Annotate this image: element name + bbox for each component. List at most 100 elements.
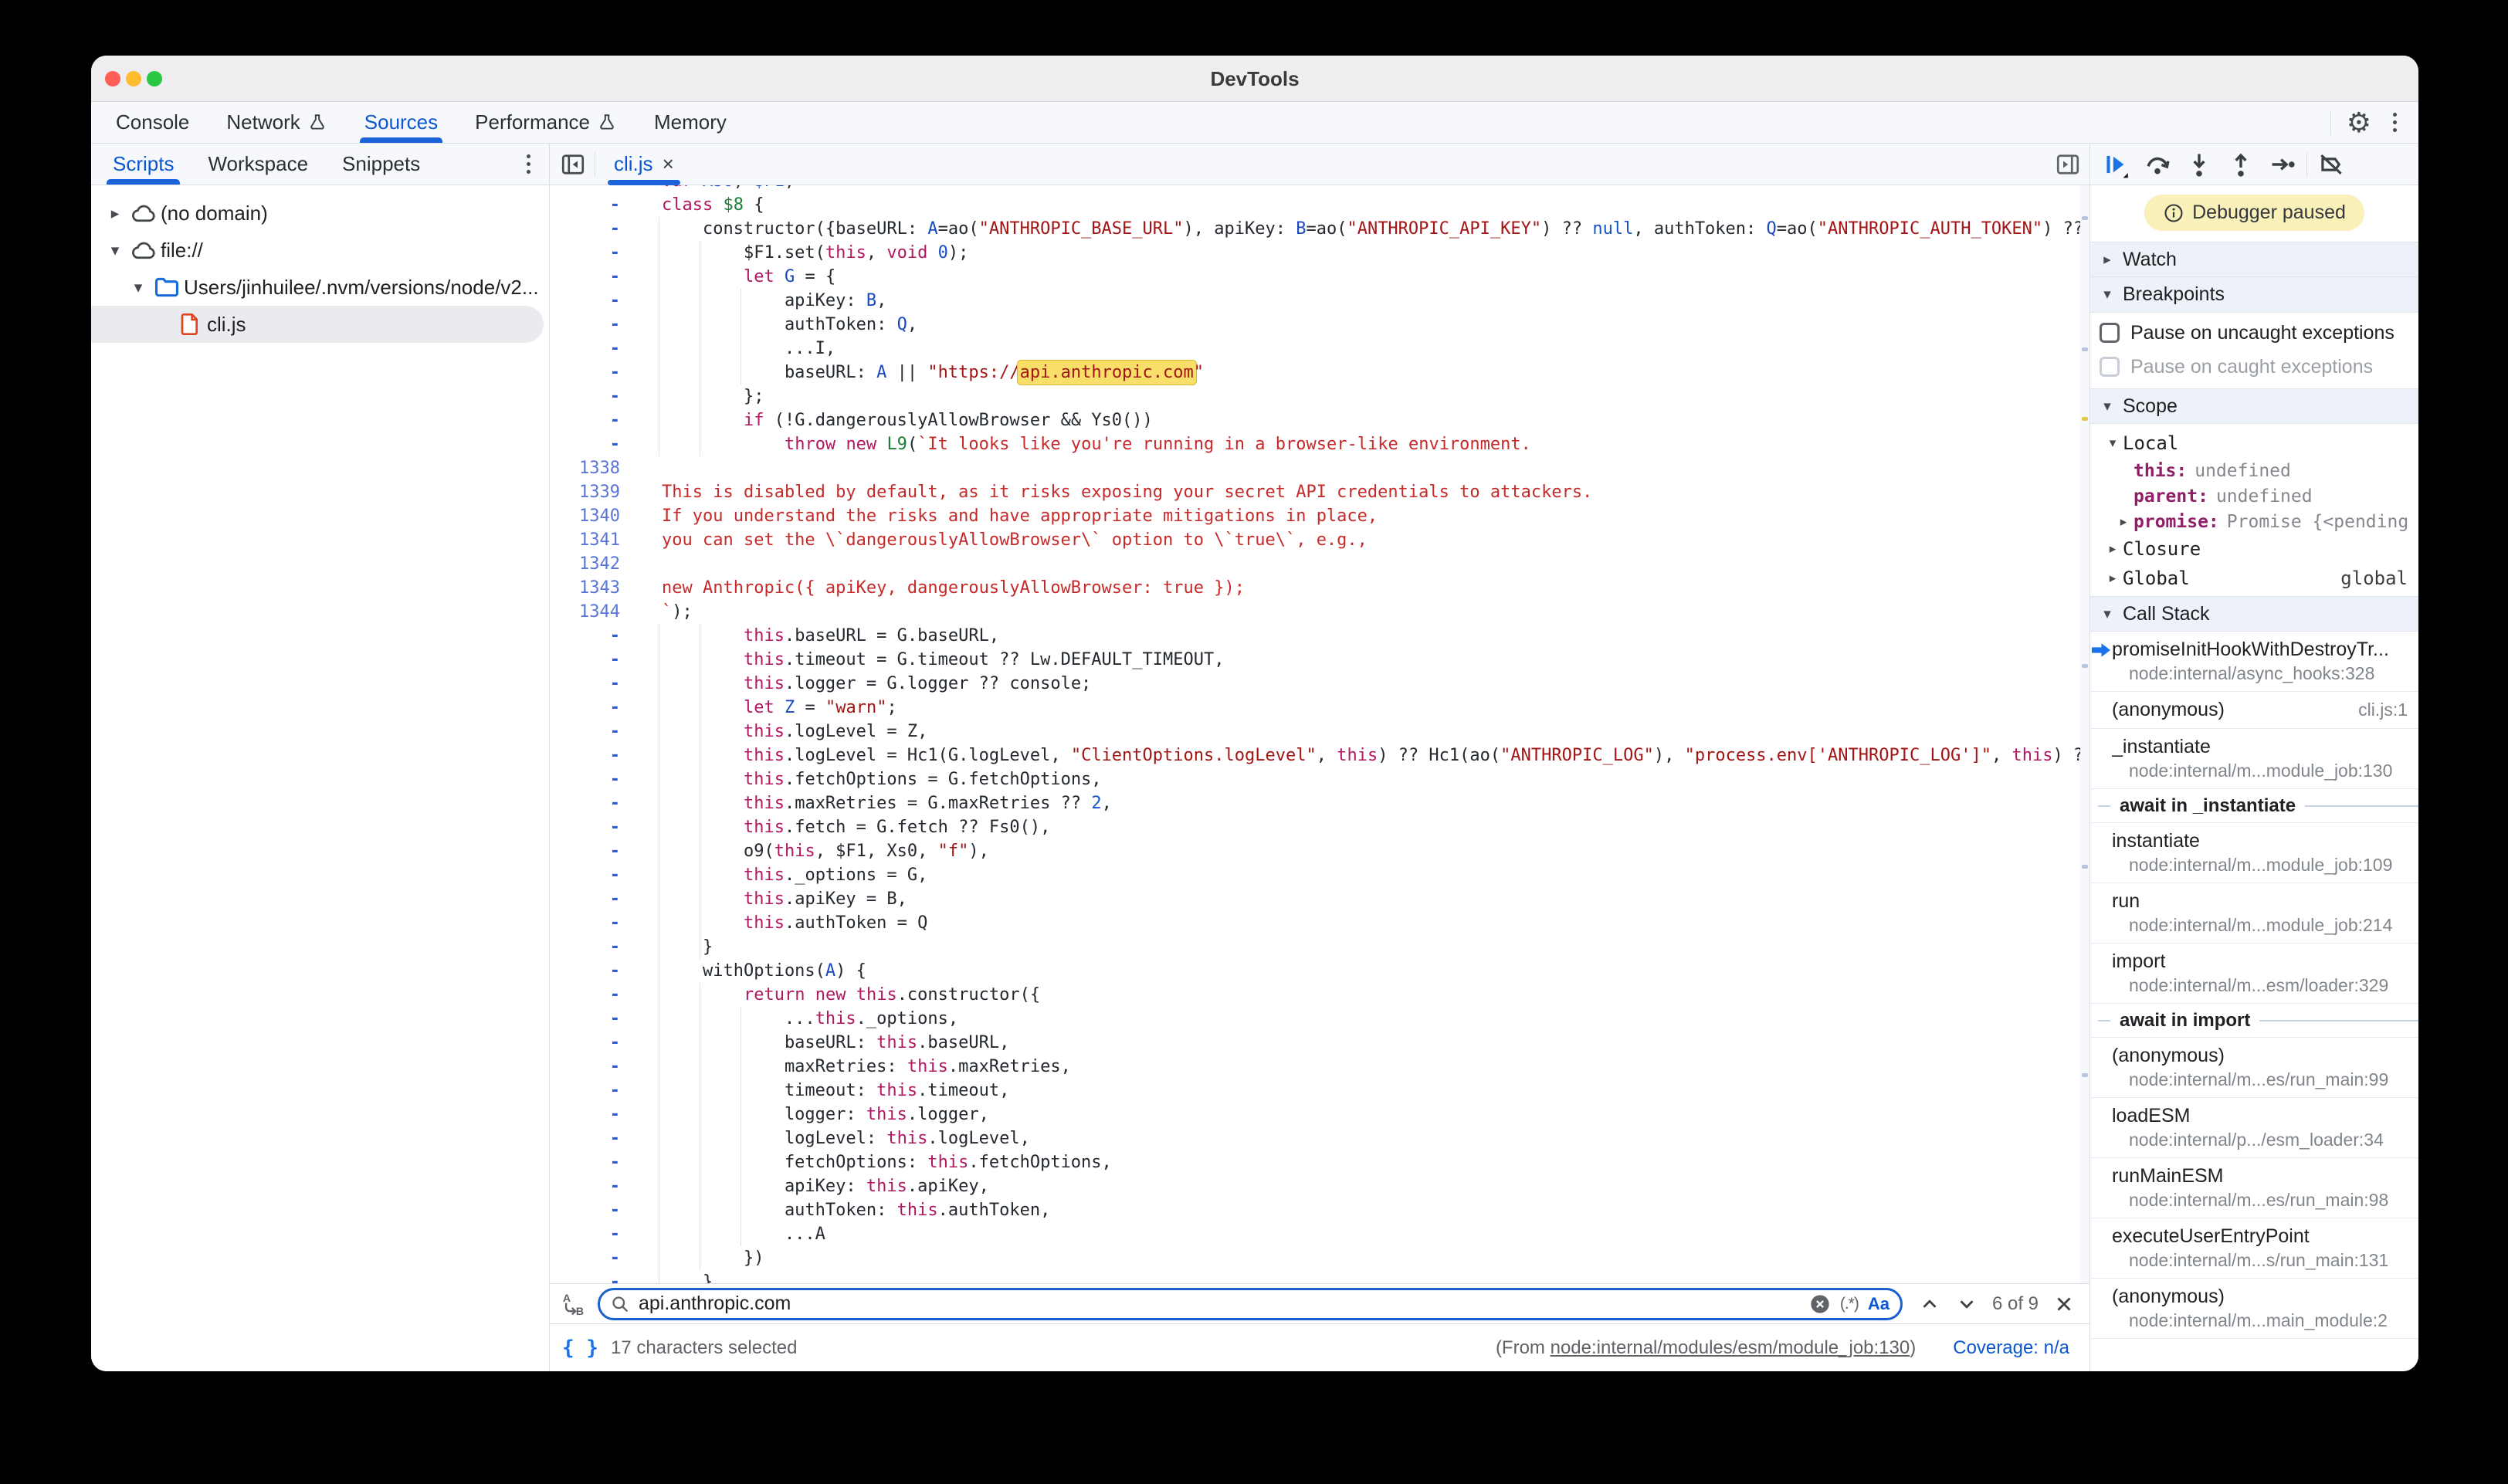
step-button[interactable] xyxy=(2265,147,2300,181)
code-line-41[interactable]: - logLevel: this.logLevel, xyxy=(550,1127,2089,1150)
code-line-47[interactable]: - } xyxy=(550,1270,2089,1283)
line-gutter[interactable]: - xyxy=(550,1270,631,1283)
line-gutter[interactable]: - xyxy=(550,911,631,935)
scope-group-local[interactable]: ▾Local xyxy=(2090,429,2418,458)
navigator-tab-workspace[interactable]: Workspace xyxy=(191,144,325,185)
code-line-29[interactable]: - o9(this, $F1, Xs0, "f"), xyxy=(550,839,2089,863)
code-line-38[interactable]: - maxRetries: this.maxRetries, xyxy=(550,1055,2089,1079)
line-gutter[interactable]: - xyxy=(550,185,631,193)
search-input[interactable]: api.anthropic.com (.*) Aa xyxy=(598,1288,1903,1320)
tree-item-cli-js[interactable]: cli.js xyxy=(91,306,544,343)
line-gutter[interactable]: 1338 xyxy=(550,456,631,480)
code-line-24[interactable]: - this.logLevel = Z, xyxy=(550,720,2089,744)
line-gutter[interactable]: - xyxy=(550,1222,631,1246)
line-gutter[interactable]: - xyxy=(550,648,631,672)
code-line-44[interactable]: - authToken: this.authToken, xyxy=(550,1198,2089,1222)
code-line-31[interactable]: - this.apiKey = B, xyxy=(550,887,2089,911)
code-line-37[interactable]: - baseURL: this.baseURL, xyxy=(550,1031,2089,1055)
scope-variable-promise[interactable]: ▸promise:Promise {<pending>} xyxy=(2090,509,2418,534)
code-line-2[interactable]: -class $8 { xyxy=(550,193,2089,217)
code-line-40[interactable]: - logger: this.logger, xyxy=(550,1103,2089,1127)
line-gutter[interactable]: - xyxy=(550,432,631,456)
checkbox[interactable] xyxy=(2100,323,2120,343)
section-scope[interactable]: ▾ Scope xyxy=(2090,388,2418,424)
callstack-frame-runmainesm[interactable]: runMainESMnode:internal/m...es/run_main:… xyxy=(2090,1158,2418,1218)
code-line-21[interactable]: - this.timeout = G.timeout ?? Lw.DEFAULT… xyxy=(550,648,2089,672)
code-line-14[interactable]: 1339This is disabled by default, as it r… xyxy=(550,480,2089,504)
line-gutter[interactable]: - xyxy=(550,241,631,265)
code-line-18[interactable]: 1343new Anthropic({ apiKey, dangerouslyA… xyxy=(550,576,2089,600)
section-watch[interactable]: ▸ Watch xyxy=(2090,242,2418,277)
scope-expanded-arrow-icon[interactable]: ▾ xyxy=(2103,435,2123,451)
line-gutter[interactable]: - xyxy=(550,767,631,791)
line-gutter[interactable]: 1344 xyxy=(550,600,631,624)
tree-item--no-domain-[interactable]: ▸(no domain) xyxy=(91,195,549,232)
callstack-frame--instantiate[interactable]: _instantiatenode:internal/m...module_job… xyxy=(2090,729,2418,789)
line-gutter[interactable]: - xyxy=(550,791,631,815)
code-line-35[interactable]: - return new this.constructor({ xyxy=(550,983,2089,1007)
code-line-5[interactable]: - let G = { xyxy=(550,265,2089,289)
line-gutter[interactable]: - xyxy=(550,1246,631,1270)
regex-toggle[interactable]: (.*) xyxy=(1840,1295,1859,1313)
line-gutter[interactable]: 1339 xyxy=(550,480,631,504)
section-callstack[interactable]: ▾ Call Stack xyxy=(2090,596,2418,632)
code-line-11[interactable]: - if (!G.dangerouslyAllowBrowser && Ys0(… xyxy=(550,408,2089,432)
settings-icon[interactable]: ⚙ xyxy=(2347,109,2371,137)
scope-collapsed-arrow-icon[interactable]: ▸ xyxy=(2103,541,2123,557)
deactivate-breakpoints-button[interactable] xyxy=(2313,147,2349,181)
code-line-23[interactable]: - let Z = "warn"; xyxy=(550,696,2089,720)
scope-group-closure[interactable]: ▸Closure xyxy=(2090,534,2418,564)
line-gutter[interactable]: - xyxy=(550,408,631,432)
line-gutter[interactable]: 1343 xyxy=(550,576,631,600)
code-line-36[interactable]: - ...this._options, xyxy=(550,1007,2089,1031)
code-line-33[interactable]: - } xyxy=(550,935,2089,959)
line-gutter[interactable]: - xyxy=(550,217,631,241)
line-gutter[interactable]: - xyxy=(550,361,631,385)
scope-collapsed-arrow-icon[interactable]: ▸ xyxy=(2113,514,2133,530)
tree-expanded-arrow-icon[interactable]: ▾ xyxy=(127,278,150,297)
code-line-17[interactable]: 1342 xyxy=(550,552,2089,576)
code-line-12[interactable]: - throw new L9(`It looks like you're run… xyxy=(550,432,2089,456)
line-gutter[interactable]: - xyxy=(550,624,631,648)
line-gutter[interactable]: - xyxy=(550,1007,631,1031)
tab-memory[interactable]: Memory xyxy=(635,102,745,143)
line-gutter[interactable]: - xyxy=(550,744,631,767)
navigator-tab-snippets[interactable]: Snippets xyxy=(325,144,437,185)
line-gutter[interactable]: - xyxy=(550,935,631,959)
hide-navigator-icon[interactable] xyxy=(559,151,587,178)
callstack-frame-run[interactable]: runnode:internal/m...module_job:214 xyxy=(2090,883,2418,944)
line-gutter[interactable]: - xyxy=(550,1079,631,1103)
line-gutter[interactable]: - xyxy=(550,839,631,863)
line-gutter[interactable]: - xyxy=(550,289,631,313)
next-match-icon[interactable] xyxy=(1955,1293,1978,1316)
line-gutter[interactable]: - xyxy=(550,887,631,911)
close-tab-icon[interactable]: × xyxy=(663,152,674,176)
code-line-15[interactable]: 1340If you understand the risks and have… xyxy=(550,504,2089,528)
step-into-button[interactable] xyxy=(2181,147,2217,181)
more-options-icon[interactable] xyxy=(2387,110,2403,135)
code-line-20[interactable]: - this.baseURL = G.baseURL, xyxy=(550,624,2089,648)
line-gutter[interactable]: - xyxy=(550,385,631,408)
tab-sources[interactable]: Sources xyxy=(346,102,456,143)
line-gutter[interactable]: - xyxy=(550,1127,631,1150)
replace-toggle-icon[interactable]: A B xyxy=(561,1291,587,1317)
code-line-16[interactable]: 1341you can set the \`dangerouslyAllowBr… xyxy=(550,528,2089,552)
tree-item-users-jinhuilee-nvm-versions-node-v2-[interactable]: ▾Users/jinhuilee/.nvm/versions/node/v2..… xyxy=(91,269,549,306)
scope-variable-parent[interactable]: parent:undefined xyxy=(2090,483,2418,509)
coverage-link[interactable]: Coverage: n/a xyxy=(1953,1337,2069,1359)
line-gutter[interactable]: 1340 xyxy=(550,504,631,528)
code-line-27[interactable]: - this.maxRetries = G.maxRetries ?? 2, xyxy=(550,791,2089,815)
clear-search-icon[interactable] xyxy=(1809,1293,1831,1315)
callstack-frame--anonymous-[interactable]: (anonymous)node:internal/m...es/run_main… xyxy=(2090,1038,2418,1098)
code-line-19[interactable]: 1344`); xyxy=(550,600,2089,624)
tab-network[interactable]: Network xyxy=(208,102,345,143)
line-gutter[interactable]: - xyxy=(550,193,631,217)
tab-console[interactable]: Console xyxy=(97,102,208,143)
line-gutter[interactable]: - xyxy=(550,696,631,720)
callstack-frame-promiseinithookwithdestroytr-[interactable]: promiseInitHookWithDestroyTr...node:inte… xyxy=(2090,632,2418,692)
code-line-43[interactable]: - apiKey: this.apiKey, xyxy=(550,1174,2089,1198)
match-case-toggle[interactable]: Aa xyxy=(1868,1294,1889,1314)
line-gutter[interactable]: - xyxy=(550,672,631,696)
code-line-25[interactable]: - this.logLevel = Hc1(G.logLevel, "Clien… xyxy=(550,744,2089,767)
code-line-28[interactable]: - this.fetch = G.fetch ?? Fs0(), xyxy=(550,815,2089,839)
